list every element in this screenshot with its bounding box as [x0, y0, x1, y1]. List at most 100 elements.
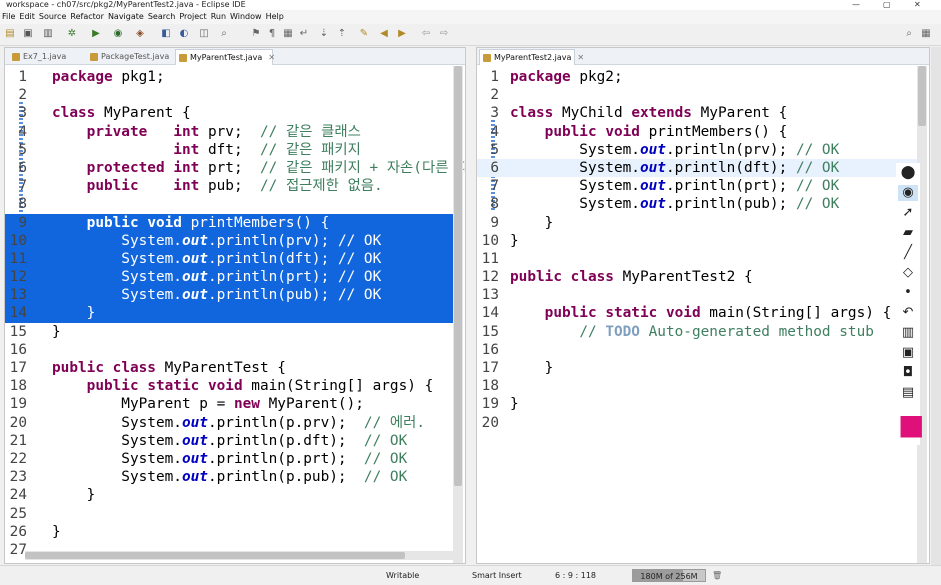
code-line[interactable]: 20	[477, 414, 917, 432]
code-line[interactable]: 4 private int prv; // 같은 클래스	[5, 123, 453, 141]
dot-icon[interactable]: •	[898, 285, 918, 301]
code-line[interactable]: 13	[477, 286, 917, 304]
scroll-thumb[interactable]	[454, 66, 462, 486]
search-toolbar-icon[interactable]: ⌕	[903, 28, 915, 40]
code-line[interactable]: 13 System.out.println(pub); // OK	[5, 286, 453, 305]
menu-window[interactable]: Window	[228, 12, 264, 21]
left-code-area[interactable]: 1 package pkg1; 2 3 class MyParent {4 privat…	[5, 68, 465, 559]
menu-file[interactable]: File	[0, 12, 17, 21]
code-line[interactable]: 8	[5, 195, 453, 213]
prev-annotation-icon[interactable]: ⇡	[336, 28, 348, 40]
next-annotation-icon[interactable]: ⇣	[318, 28, 330, 40]
trash-icon[interactable]: ▥	[898, 325, 918, 341]
minimize-button[interactable]: —	[852, 0, 860, 10]
code-line[interactable]: 9 }	[477, 214, 917, 232]
menu-source[interactable]: Source	[37, 12, 68, 21]
code-line[interactable]: 3 class MyParent {	[5, 104, 453, 122]
code-line[interactable]: 22 System.out.println(p.prt); // OK	[5, 450, 453, 468]
perspective-icon[interactable]: ▦	[920, 28, 932, 40]
color-palette-icon[interactable]: ■	[898, 405, 924, 445]
code-line[interactable]: 7 public int pub; // 접근제한 없음.	[5, 177, 453, 195]
code-line[interactable]: 10}	[477, 232, 917, 250]
block-selection-icon[interactable]: ▦	[282, 28, 294, 40]
open-type-icon[interactable]: ◫	[198, 28, 210, 40]
highlighter-icon[interactable]: ▰	[898, 225, 918, 241]
stamp-icon[interactable]: ▣	[898, 345, 918, 361]
code-line[interactable]: 11 System.out.println(dft); // OK	[5, 249, 453, 269]
menu-search[interactable]: Search	[146, 12, 177, 21]
code-line[interactable]: 15 // TODO Auto-generated method stub	[477, 323, 917, 341]
menu-project[interactable]: Project	[177, 12, 208, 21]
left-horizontal-scrollbar[interactable]	[25, 551, 453, 560]
code-line[interactable]: 17 }	[477, 359, 917, 377]
right-editor[interactable]: MyParentTest2.java ✕ 1 package pkg2; 2 3 clas…	[476, 47, 930, 564]
code-line[interactable]: 18	[477, 377, 917, 395]
tab-ex7-1[interactable]: Ex7_1.java	[9, 49, 66, 65]
new-package-icon[interactable]: ◧	[160, 28, 172, 40]
code-line[interactable]: 19 MyParent p = new MyParent();	[5, 395, 453, 413]
code-line[interactable]: 14 public static void main(String[] args…	[477, 304, 917, 322]
code-line[interactable]: 1 package pkg2;	[477, 68, 917, 86]
code-line[interactable]: 4 public void printMembers() {	[477, 123, 917, 141]
code-line[interactable]: 2	[477, 86, 917, 104]
left-vertical-scrollbar[interactable]	[453, 66, 463, 563]
back-icon[interactable]: ◀	[378, 28, 390, 40]
pin-editor-icon[interactable]: ⇦	[420, 28, 432, 40]
toggle-mark-icon[interactable]: ⚑	[250, 28, 262, 40]
close-tab-icon[interactable]: ✕	[268, 53, 275, 62]
code-line[interactable]: 26}	[5, 523, 453, 541]
menu-help[interactable]: Help	[264, 12, 286, 21]
code-line[interactable]: 7 System.out.println(prt); // OK	[477, 177, 917, 195]
run-icon[interactable]: ▶	[90, 28, 102, 40]
code-line[interactable]: 18 public static void main(String[] args…	[5, 377, 453, 395]
code-line[interactable]: 2	[5, 86, 453, 104]
code-line[interactable]: 21 System.out.println(p.dft); // OK	[5, 432, 453, 450]
tab-myparenttest[interactable]: MyParentTest.java ✕	[175, 49, 275, 65]
last-edit-icon[interactable]: ✎	[358, 28, 370, 40]
code-line[interactable]: 8 System.out.println(pub); // OK	[477, 195, 917, 213]
menu-run[interactable]: Run	[209, 12, 228, 21]
search-icon[interactable]: ⌕	[218, 28, 230, 40]
code-line[interactable]: 11	[477, 250, 917, 268]
menu-navigate[interactable]: Navigate	[106, 12, 146, 21]
print-icon[interactable]: ▥	[42, 28, 54, 40]
coverage-icon[interactable]: ◈	[134, 28, 146, 40]
code-line[interactable]: 5 int dft; // 같은 패키지	[5, 141, 453, 159]
eye-icon[interactable]: ◉	[898, 185, 918, 201]
pen-icon[interactable]: ╱	[898, 245, 918, 261]
code-line[interactable]: 9 public void printMembers() {	[5, 213, 453, 232]
tab-myparenttest2[interactable]: MyParentTest2.java ✕	[479, 49, 584, 65]
code-line[interactable]: 16	[477, 341, 917, 359]
close-tab-icon[interactable]: ✕	[577, 53, 584, 62]
code-line[interactable]: 1 package pkg1;	[5, 68, 453, 86]
show-whitespace-icon[interactable]: ¶	[266, 28, 278, 40]
save-icon[interactable]: ▣	[22, 28, 34, 40]
map-pin-icon[interactable]: ⬤	[898, 165, 918, 181]
heap-status[interactable]: 180M of 256M	[632, 569, 706, 582]
undo-icon[interactable]: ↶	[898, 305, 918, 321]
left-editor[interactable]: Ex7_1.java PackageTest.java MyParentTest…	[4, 47, 466, 564]
debug-icon[interactable]: ✲	[66, 28, 78, 40]
clipboard-icon[interactable]: ▤	[898, 385, 918, 401]
gc-trash-icon[interactable]: 🗑	[712, 567, 722, 585]
maximize-button[interactable]: ▢	[883, 0, 891, 10]
code-line[interactable]: 17 public class MyParentTest {	[5, 359, 453, 377]
pointer-icon[interactable]: ➚	[898, 205, 918, 221]
scroll-thumb[interactable]	[25, 552, 405, 559]
right-code-area[interactable]: 1 package pkg2; 2 3 class MyChild extends My…	[477, 68, 917, 432]
code-line[interactable]: 19}	[477, 395, 917, 413]
code-line[interactable]: 15}	[5, 323, 453, 341]
code-line[interactable]: 12 public class MyParentTest2 {	[477, 268, 917, 286]
menu-refactor[interactable]: Refactor	[68, 12, 106, 21]
code-line[interactable]: 24 }	[5, 486, 453, 504]
code-line[interactable]: 5 System.out.println(prv); // OK	[477, 141, 917, 159]
pin-forward-icon[interactable]: ⇨	[438, 28, 450, 40]
code-line[interactable]: 16	[5, 341, 453, 359]
code-line[interactable]: 14 }	[5, 304, 453, 323]
code-line[interactable]: 20 System.out.println(p.prv); // 에러.	[5, 414, 453, 432]
tab-packagetest[interactable]: PackageTest.java	[87, 49, 169, 65]
code-line[interactable]: 6 System.out.println(dft); // OK	[477, 158, 917, 178]
new-class-icon[interactable]: ◐	[178, 28, 190, 40]
code-line[interactable]: 12 System.out.println(prt); // OK	[5, 268, 453, 287]
close-window-button[interactable]: ✕	[914, 0, 921, 10]
